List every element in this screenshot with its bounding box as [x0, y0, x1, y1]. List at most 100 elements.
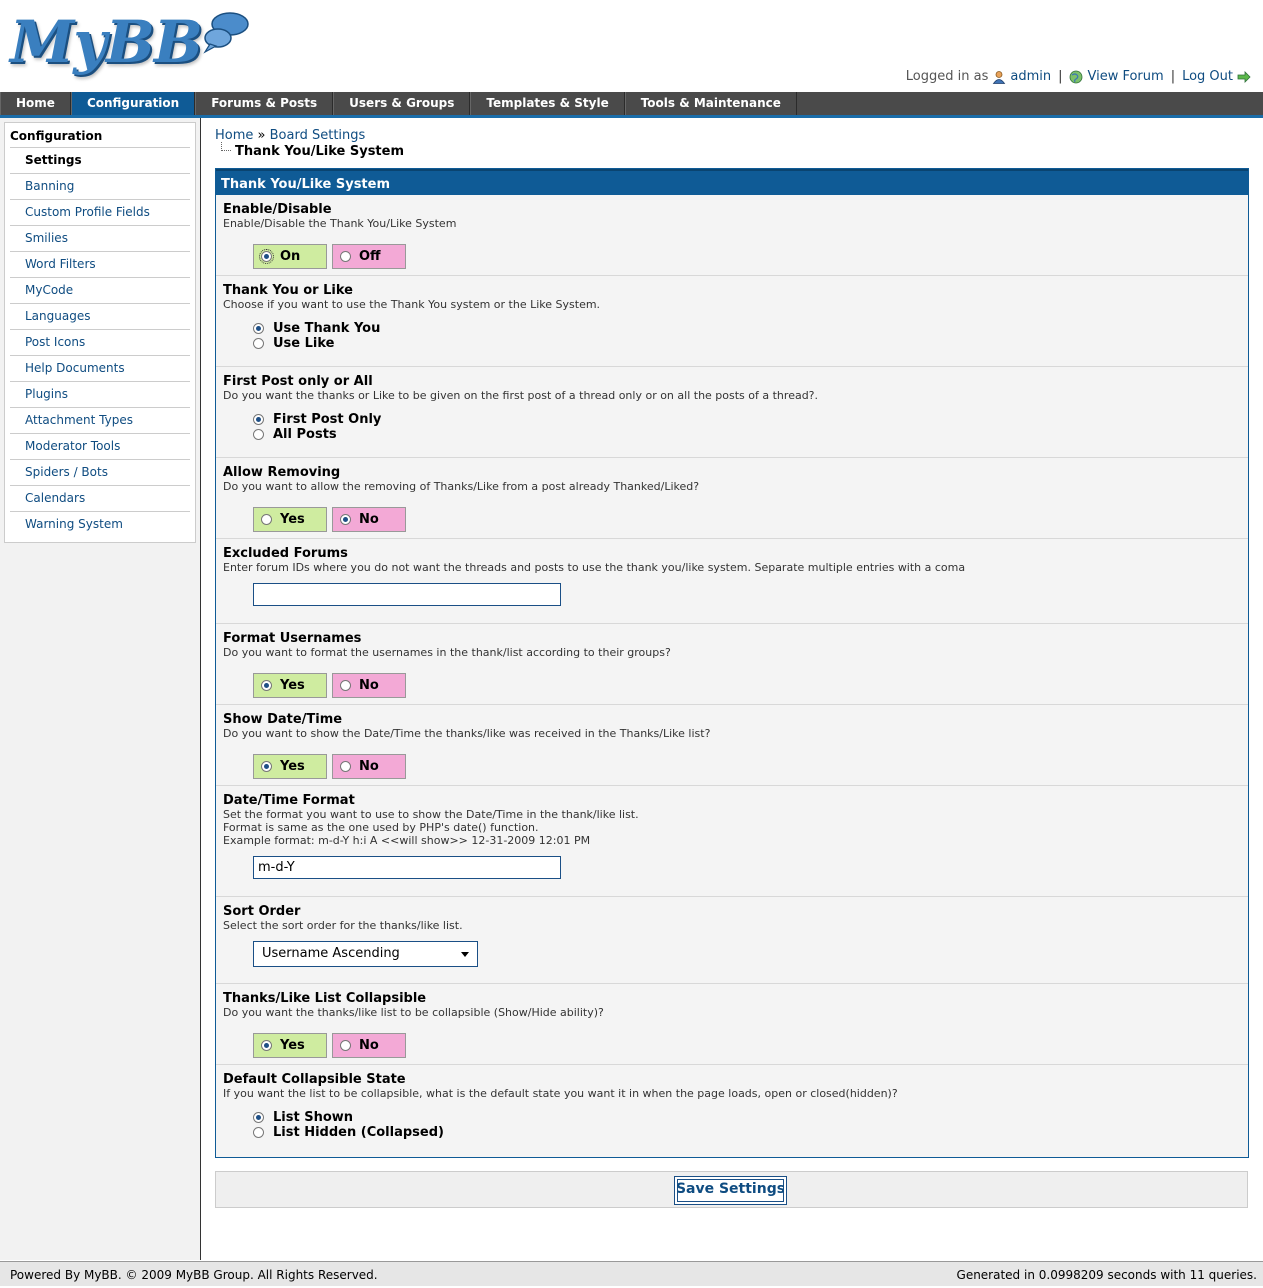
setting-scope: First Post only or All Do you want the t…	[216, 367, 1248, 458]
setting-title: Date/Time Format	[223, 793, 355, 808]
option-label: First Post Only	[273, 412, 382, 427]
mode-option-like[interactable]: Use Like	[253, 336, 380, 351]
breadcrumb-current: Thank You/Like System	[235, 144, 405, 159]
tree-connector	[221, 142, 231, 151]
option-label: Off	[359, 249, 381, 264]
radio-button[interactable]	[261, 680, 272, 691]
radio-button[interactable]	[253, 323, 264, 334]
sidebar-item-mycode[interactable]: MyCode	[10, 278, 190, 304]
radio-button[interactable]	[340, 761, 351, 772]
tab-tools-maintenance[interactable]: Tools & Maintenance	[624, 92, 797, 115]
setting-format-usernames: Format Usernames Do you want to format t…	[216, 624, 1248, 705]
radio-button[interactable]	[253, 414, 264, 425]
setting-title: Sort Order	[223, 904, 301, 919]
sort-order-select[interactable]: Username Ascending	[253, 941, 478, 967]
radio-button[interactable]	[253, 338, 264, 349]
breadcrumb: Home » Board Settings Thank You/Like Sys…	[215, 128, 404, 159]
view-forum-link[interactable]: View Forum	[1087, 69, 1163, 84]
mode-option-thank-you[interactable]: Use Thank You	[253, 321, 380, 336]
datetime-format-input[interactable]: m-d-Y	[253, 856, 561, 879]
sidebar-item-post-icons[interactable]: Post Icons	[10, 330, 190, 356]
sidebar-item-settings[interactable]: Settings	[10, 148, 190, 174]
tab-configuration[interactable]: Configuration	[70, 92, 196, 115]
radio-button[interactable]	[261, 761, 272, 772]
mode-radio-list: Use Thank You Use Like	[253, 321, 380, 351]
sidebar-item-spiders-bots[interactable]: Spiders / Bots	[10, 460, 190, 486]
option-label: No	[359, 512, 379, 527]
log-out-link[interactable]: Log Out	[1182, 69, 1233, 84]
setting-sort-order: Sort Order Select the sort order for the…	[216, 897, 1248, 984]
format-usernames-yes-option[interactable]: Yes	[253, 673, 327, 698]
sidebar-item-plugins[interactable]: Plugins	[10, 382, 190, 408]
sidebar-item-warning-system[interactable]: Warning System	[10, 512, 190, 538]
breadcrumb-home[interactable]: Home	[215, 128, 253, 143]
option-label: No	[359, 759, 379, 774]
footer-copyright: Powered By MyBB. © 2009 MyBB Group. All …	[10, 1268, 378, 1282]
radio-button[interactable]	[340, 1040, 351, 1051]
option-label: Yes	[280, 759, 305, 774]
breadcrumb-board-settings[interactable]: Board Settings	[270, 128, 366, 143]
setting-title: Thank You or Like	[223, 283, 353, 298]
sidebar-item-custom-profile-fields[interactable]: Custom Profile Fields	[10, 200, 190, 226]
option-label: Yes	[280, 512, 305, 527]
format-usernames-toggle: Yes No	[253, 673, 406, 698]
footer-generated-info: Generated in 0.0998209 seconds with 11 q…	[956, 1268, 1257, 1282]
radio-button[interactable]	[253, 429, 264, 440]
radio-button[interactable]	[340, 251, 351, 262]
radio-button[interactable]	[261, 514, 272, 525]
sidebar-item-smilies[interactable]: Smilies	[10, 226, 190, 252]
tab-templates-style[interactable]: Templates & Style	[470, 92, 625, 115]
allow-removing-no-option[interactable]: No	[332, 507, 406, 532]
sidebar-item-help-documents[interactable]: Help Documents	[10, 356, 190, 382]
scope-option-all-posts[interactable]: All Posts	[253, 427, 381, 442]
mybb-logo[interactable]: MyBB	[8, 6, 253, 82]
collapsible-no-option[interactable]: No	[332, 1033, 406, 1058]
enable-toggle: On Off	[253, 244, 406, 269]
radio-button[interactable]	[340, 680, 351, 691]
tab-home[interactable]: Home	[0, 92, 71, 115]
top-nav: Home Configuration Forums & Posts Users …	[0, 92, 1263, 118]
sidebar-title: Configuration	[10, 127, 190, 148]
radio-button[interactable]	[253, 1112, 264, 1123]
separator: |	[1058, 69, 1063, 84]
show-datetime-no-option[interactable]: No	[332, 754, 406, 779]
allow-removing-yes-option[interactable]: Yes	[253, 507, 327, 532]
option-label: No	[359, 678, 379, 693]
radio-button[interactable]	[340, 514, 351, 525]
setting-desc: Do you want the thanks/like list to be c…	[223, 1006, 604, 1019]
sidebar-item-banning[interactable]: Banning	[10, 174, 190, 200]
setting-desc: Do you want to format the usernames in t…	[223, 646, 671, 659]
option-label: No	[359, 1038, 379, 1053]
tab-forums-posts[interactable]: Forums & Posts	[195, 92, 334, 115]
setting-desc: Enable/Disable the Thank You/Like System	[223, 217, 457, 230]
chevron-down-icon[interactable]	[461, 952, 469, 957]
radio-button[interactable]	[259, 249, 274, 264]
logo-wordmark: MyBB	[10, 8, 203, 76]
tab-users-groups[interactable]: Users & Groups	[333, 92, 471, 115]
setting-excluded-forums: Excluded Forums Enter forum IDs where yo…	[216, 539, 1248, 624]
radio-button[interactable]	[261, 1040, 272, 1051]
show-datetime-yes-option[interactable]: Yes	[253, 754, 327, 779]
save-settings-button[interactable]: Save Settings	[674, 1176, 787, 1205]
sidebar-item-attachment-types[interactable]: Attachment Types	[10, 408, 190, 434]
username-link[interactable]: admin	[1010, 69, 1051, 84]
radio-button[interactable]	[253, 1127, 264, 1138]
collapsible-yes-option[interactable]: Yes	[253, 1033, 327, 1058]
option-label: List Hidden (Collapsed)	[273, 1125, 444, 1140]
enable-off-option[interactable]: Off	[332, 244, 406, 269]
sidebar: Configuration Settings Banning Custom Pr…	[4, 122, 196, 543]
setting-datetime-format: Date/Time Format Set the format you want…	[216, 786, 1248, 897]
sidebar-item-moderator-tools[interactable]: Moderator Tools	[10, 434, 190, 460]
enable-on-option[interactable]: On	[253, 244, 327, 269]
default-collapse-option-hidden[interactable]: List Hidden (Collapsed)	[253, 1125, 444, 1140]
scope-radio-list: First Post Only All Posts	[253, 412, 381, 442]
sidebar-item-calendars[interactable]: Calendars	[10, 486, 190, 512]
scope-option-first-post[interactable]: First Post Only	[253, 412, 381, 427]
panel-title: Thank You/Like System	[216, 169, 1248, 195]
setting-desc: Enter forum IDs where you do not want th…	[223, 561, 966, 574]
excluded-forums-input[interactable]	[253, 583, 561, 606]
sidebar-item-word-filters[interactable]: Word Filters	[10, 252, 190, 278]
sidebar-item-languages[interactable]: Languages	[10, 304, 190, 330]
format-usernames-no-option[interactable]: No	[332, 673, 406, 698]
default-collapse-option-shown[interactable]: List Shown	[253, 1110, 444, 1125]
